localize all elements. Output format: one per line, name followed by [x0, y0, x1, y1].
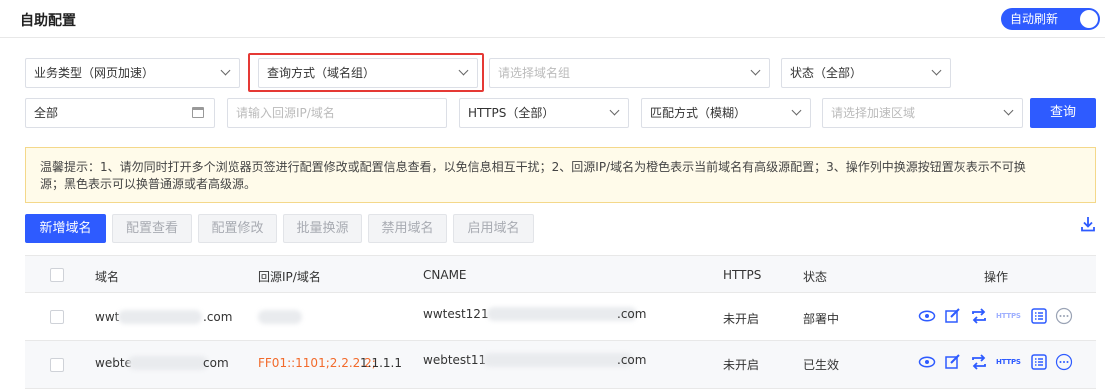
cname-prefix: wwtest121: [423, 307, 489, 321]
domain-suffix: com: [203, 356, 229, 370]
origin-input[interactable]: 请输入回源IP/域名: [227, 98, 447, 128]
col-ops: 操作: [984, 270, 1009, 284]
redacted-cname: [483, 353, 633, 367]
domain-group-placeholder: 请选择域名组: [498, 66, 571, 80]
col-domain: 域名: [95, 270, 120, 284]
region-select[interactable]: 请选择加速区域: [822, 98, 1023, 128]
more-icon[interactable]: [1055, 353, 1073, 371]
https-value: HTTPS（全部）: [468, 106, 555, 120]
page-title: 自助配置: [20, 13, 76, 29]
match-mode-select[interactable]: 匹配方式（模糊）: [641, 98, 811, 128]
edit-config-button[interactable]: 配置修改: [198, 214, 277, 243]
switch-origin-icon[interactable]: [970, 307, 988, 325]
domain-prefix: webte: [95, 356, 132, 370]
region-placeholder: 请选择加速区域: [831, 106, 916, 120]
chevron-down-icon: [220, 65, 231, 76]
edit-icon[interactable]: [944, 307, 962, 325]
domain-group-select[interactable]: 请选择域名组: [489, 58, 770, 88]
business-type-select[interactable]: 业务类型（网页加速）: [25, 58, 240, 88]
origin-normal: 1.1.1.1: [360, 356, 402, 370]
origin-advanced: FF01::1101;2.2.2.2;: [258, 356, 376, 370]
edit-icon[interactable]: [944, 353, 962, 371]
page-header: 自助配置 自动刷新: [0, 0, 1105, 38]
cname-suffix: .com: [617, 353, 647, 367]
match-mode-value: 匹配方式（模糊）: [650, 106, 747, 120]
col-cname: CNAME: [423, 268, 467, 282]
chevron-down-icon: [931, 65, 942, 76]
row-operations: HTTPS: [918, 353, 1078, 373]
view-config-button[interactable]: 配置查看: [112, 214, 192, 243]
auto-refresh-label: 自动刷新: [1010, 12, 1059, 26]
detail-icon[interactable]: [1030, 353, 1048, 371]
col-origin: 回源IP/域名: [258, 270, 321, 284]
https-icon[interactable]: HTTPS: [996, 358, 1021, 376]
status-select[interactable]: 状态（全部）: [781, 58, 951, 88]
deploy-status: 已生效: [803, 358, 840, 372]
https-select[interactable]: HTTPS（全部）: [459, 98, 629, 128]
chevron-down-icon: [750, 65, 761, 76]
table-row: webte com FF01::1101;2.2.2.2; 1.1.1.1 we…: [25, 341, 1096, 389]
chevron-down-icon: [791, 105, 802, 116]
status-value: 状态（全部）: [790, 66, 863, 80]
col-status: 状态: [803, 270, 828, 284]
toggle-knob: [1080, 10, 1098, 28]
notice-line-2: 源；黑色表示可以换普通源或者高级源。: [40, 177, 257, 191]
origin-placeholder: 请输入回源IP/域名: [236, 106, 335, 120]
switch-origin-icon[interactable]: [970, 353, 988, 371]
enable-domain-button[interactable]: 启用域名: [453, 214, 534, 243]
table-row: wwt .com wwtest121 .com 未开启 部署中 HTTPS: [25, 293, 1096, 341]
highlight-box: [248, 53, 484, 92]
row-operations: HTTPS: [918, 307, 1078, 327]
https-status: 未开启: [723, 312, 760, 326]
more-icon[interactable]: [1055, 307, 1073, 325]
chevron-down-icon: [1003, 105, 1014, 116]
deploy-status: 部署中: [803, 312, 840, 326]
date-picker[interactable]: 全部: [25, 98, 215, 128]
redacted-domain: [118, 310, 202, 324]
cname-suffix: .com: [617, 307, 647, 321]
notice-banner: 温馨提示：1、请勿同时打开多个浏览器页签进行配置修改或配置信息查看，以免信息相互…: [25, 147, 1096, 203]
business-type-value: 业务类型（网页加速）: [34, 66, 155, 80]
domain-suffix: .com: [203, 310, 233, 324]
disable-domain-button[interactable]: 禁用域名: [368, 214, 447, 243]
redacted-cname: [487, 307, 637, 321]
domain-prefix: wwt: [95, 310, 120, 324]
detail-icon[interactable]: [1030, 307, 1048, 325]
table-header: 域名 回源IP/域名 CNAME HTTPS 状态 操作: [25, 255, 1096, 293]
date-value: 全部: [34, 106, 59, 120]
row-checkbox[interactable]: [50, 358, 64, 372]
redacted-domain: [128, 356, 208, 370]
col-https: HTTPS: [723, 268, 762, 282]
select-all-checkbox[interactable]: [50, 268, 64, 282]
row-checkbox[interactable]: [50, 310, 64, 324]
batch-switch-origin-button[interactable]: 批量换源: [283, 214, 362, 243]
auto-refresh-toggle[interactable]: 自动刷新: [1001, 8, 1100, 30]
https-icon[interactable]: HTTPS: [996, 312, 1021, 330]
https-status: 未开启: [723, 358, 760, 372]
download-icon[interactable]: [1080, 216, 1096, 232]
cname-prefix: webtest11: [423, 353, 487, 367]
query-button[interactable]: 查询: [1030, 98, 1096, 128]
redacted-origin: [258, 310, 302, 324]
calendar-icon: [192, 107, 204, 118]
chevron-down-icon: [609, 105, 620, 116]
view-icon[interactable]: [918, 353, 936, 371]
notice-line-1: 温馨提示：1、请勿同时打开多个浏览器页签进行配置修改或配置信息查看，以免信息相互…: [40, 160, 1026, 174]
add-domain-button[interactable]: 新增域名: [25, 214, 106, 243]
view-icon[interactable]: [918, 307, 936, 325]
